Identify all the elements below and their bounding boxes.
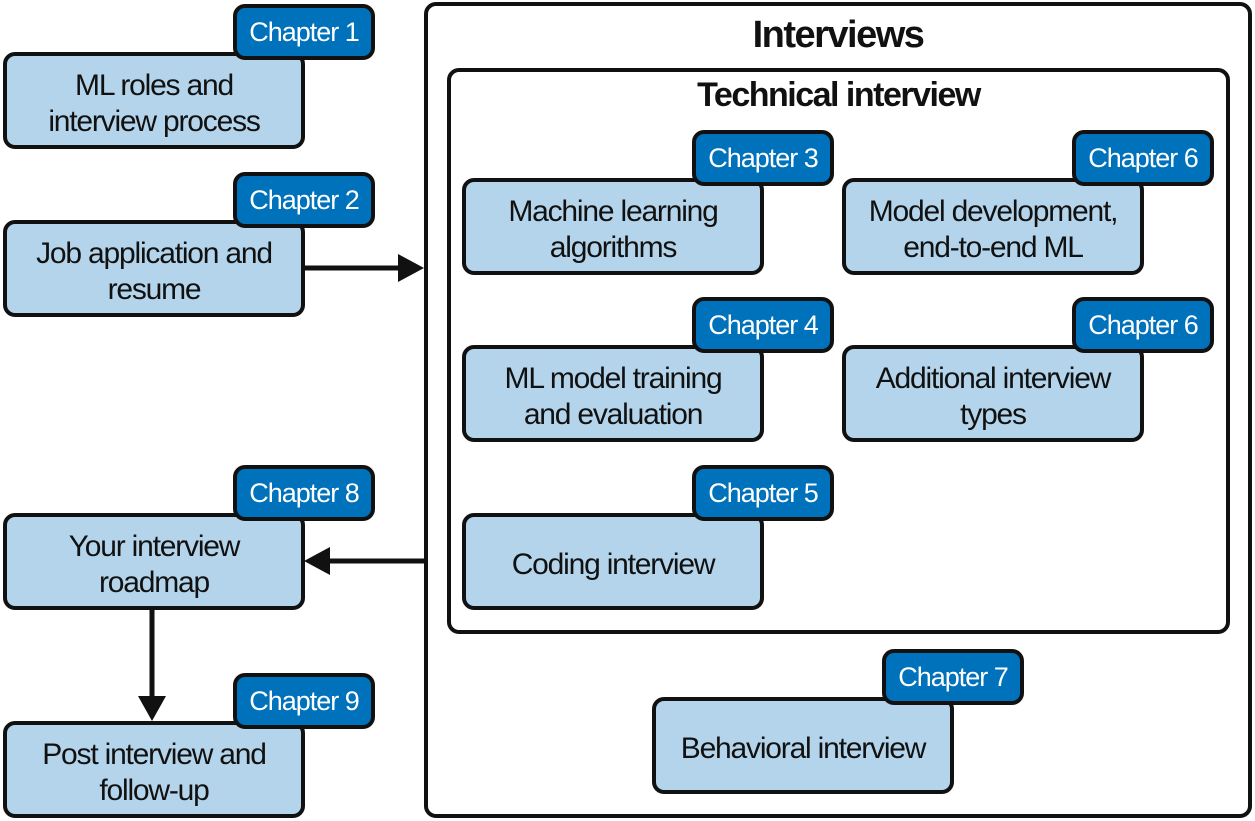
edge-job-application-to-interviews <box>304 254 424 282</box>
edge-interviews-to-roadmap <box>304 547 424 575</box>
edge-roadmap-to-post-interview <box>138 609 166 721</box>
edges <box>138 254 424 721</box>
diagram: Interviews Technical interview ML roles … <box>0 0 1255 821</box>
